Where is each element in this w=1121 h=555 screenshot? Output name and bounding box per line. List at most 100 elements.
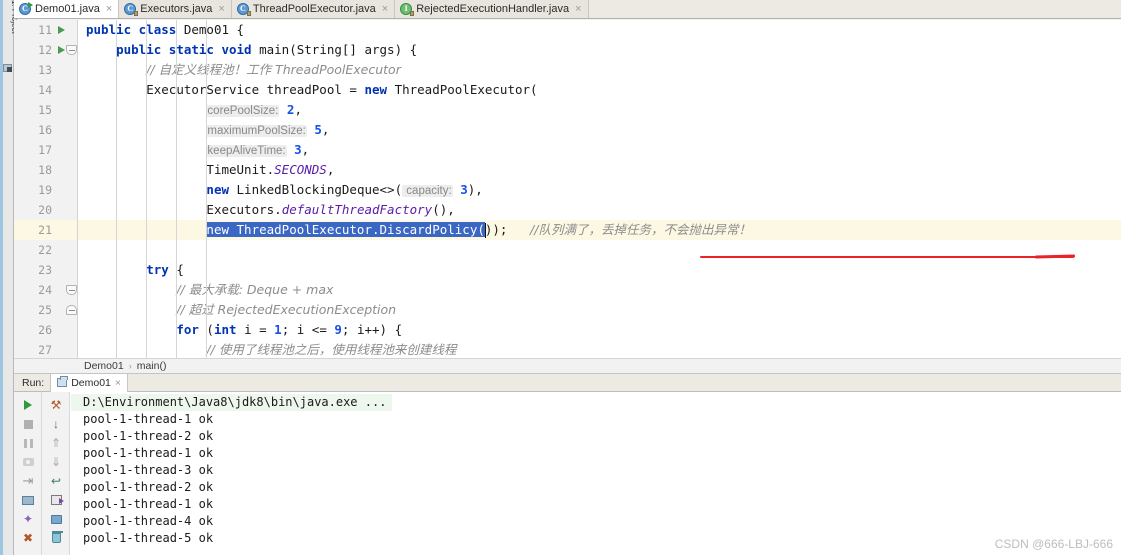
- gutter-row[interactable]: 21: [14, 220, 77, 240]
- readonly-lock-icon: [410, 11, 415, 16]
- code-line-text: public class Demo01 {: [78, 22, 244, 37]
- code-token: ,: [326, 162, 335, 177]
- code-line[interactable]: public class Demo01 {: [78, 20, 1121, 40]
- gutter-row[interactable]: 23: [14, 260, 77, 280]
- pause-button[interactable]: [18, 434, 38, 452]
- code-token: i =: [244, 322, 275, 337]
- run-gutter-icon[interactable]: [58, 26, 65, 34]
- run-label: Run:: [22, 376, 45, 389]
- code-lines[interactable]: public class Demo01 { public static void…: [78, 20, 1121, 358]
- code-line[interactable]: ExecutorService threadPool = new ThreadP…: [78, 80, 1121, 100]
- scroll-up-icon[interactable]: ⇑: [46, 434, 66, 452]
- code-token: Executors.: [206, 202, 282, 217]
- code-token: for: [176, 322, 207, 337]
- line-number: 23: [38, 263, 52, 277]
- gutter-row[interactable]: 22: [14, 240, 77, 260]
- scroll-down-glyph: ⇓: [50, 455, 62, 469]
- stop-button[interactable]: [18, 415, 38, 433]
- breadcrumb-item[interactable]: Demo01: [84, 360, 124, 372]
- gutter-row[interactable]: 19: [14, 180, 77, 200]
- code-line[interactable]: try {: [78, 260, 1121, 280]
- editor-tab[interactable]: I RejectedExecutionHandler.java ×: [395, 0, 589, 18]
- save-output-glyph: [50, 495, 64, 505]
- code-fold-marker[interactable]: [66, 285, 77, 295]
- code-token: 5: [314, 122, 322, 137]
- gutter-row[interactable]: 15: [14, 100, 77, 120]
- gutter-row[interactable]: 14: [14, 80, 77, 100]
- rerun-failed-icon[interactable]: ⚒: [46, 396, 66, 414]
- gutter-row[interactable]: 20: [14, 200, 77, 220]
- code-fold-marker[interactable]: [66, 45, 77, 55]
- pin-tab-button[interactable]: ✦: [18, 510, 38, 528]
- run-configuration-tab[interactable]: Demo01 ×: [50, 373, 129, 392]
- code-editor[interactable]: 11 12 13 14 15 16 17 18 19 20 21 22 23 24 25 26 27 publi…: [14, 20, 1121, 358]
- close-button[interactable]: ✖: [18, 529, 38, 547]
- soft-wrap-icon[interactable]: ↩: [46, 472, 66, 490]
- code-token: ExecutorService threadPool =: [146, 82, 365, 97]
- code-line[interactable]: maximumPoolSize: 5,: [78, 120, 1121, 140]
- show-monitor-button[interactable]: [18, 491, 38, 509]
- java-class-readonly-icon: C: [236, 3, 251, 16]
- scroll-down-icon[interactable]: ⇓: [46, 453, 66, 471]
- runnable-marker-icon: [28, 2, 33, 8]
- step-into-button[interactable]: ⇥: [18, 472, 38, 490]
- gutter-row[interactable]: 26: [14, 320, 77, 340]
- line-number: 22: [38, 243, 52, 257]
- gutter-row[interactable]: 16: [14, 120, 77, 140]
- clear-all-icon[interactable]: [46, 529, 66, 547]
- run-config-icon: [57, 376, 69, 387]
- code-line-text: new ThreadPoolExecutor.DiscardPolicy());…: [78, 222, 751, 237]
- code-token: // 使用了线程池之后，使用线程池来创建线程: [206, 342, 457, 357]
- editor-tab[interactable]: C Executors.java ×: [119, 0, 232, 18]
- code-line-text: new LinkedBlockingDeque<>( capacity: 3),: [78, 182, 483, 197]
- console-command-line: D:\Environment\Java8\jdk8\bin\java.exe .…: [71, 394, 393, 411]
- breadcrumb-item[interactable]: main(): [137, 360, 167, 372]
- code-line[interactable]: // 自定义线程池！工作 ThreadPoolExecutor: [78, 60, 1121, 80]
- breadcrumb[interactable]: Demo01 › main(): [14, 358, 1121, 374]
- code-line[interactable]: // 超过 RejectedExecutionException: [78, 300, 1121, 320]
- soft-wrap-glyph: ↩: [50, 474, 62, 488]
- console-output-line: pool-1-thread-1 ok: [83, 497, 214, 511]
- console-output[interactable]: D:\Environment\Java8\jdk8\bin\java.exe .…: [71, 392, 1121, 555]
- code-fold-marker[interactable]: [66, 305, 77, 315]
- print-icon[interactable]: [46, 510, 66, 528]
- save-output-icon[interactable]: [46, 491, 66, 509]
- gutter-row[interactable]: 13: [14, 60, 77, 80]
- code-line[interactable]: // 使用了线程池之后，使用线程池来创建线程: [78, 340, 1121, 358]
- code-line[interactable]: new LinkedBlockingDeque<>( capacity: 3),: [78, 180, 1121, 200]
- close-icon[interactable]: ×: [382, 3, 388, 15]
- code-line[interactable]: corePoolSize: 2,: [78, 100, 1121, 120]
- run-gutter-icon[interactable]: [58, 46, 65, 54]
- code-line[interactable]: TimeUnit.SECONDS,: [78, 160, 1121, 180]
- gutter-row[interactable]: 17: [14, 140, 77, 160]
- code-token: new: [206, 182, 237, 197]
- code-line[interactable]: // 最大承载: Deque + max: [78, 280, 1121, 300]
- code-line[interactable]: public static void main(String[] args) {: [78, 40, 1121, 60]
- code-token: ,: [294, 102, 302, 117]
- gutter-row[interactable]: 18: [14, 160, 77, 180]
- sort-output-icon[interactable]: ↓: [46, 415, 66, 433]
- close-icon[interactable]: ×: [115, 377, 121, 389]
- code-line[interactable]: new ThreadPoolExecutor.DiscardPolicy());…: [78, 220, 1121, 240]
- editor-tab[interactable]: C ThreadPoolExecutor.java ×: [231, 0, 396, 18]
- code-line[interactable]: keepAliveTime: 3,: [78, 140, 1121, 160]
- text-caret: [484, 223, 486, 238]
- line-number: 17: [38, 143, 52, 157]
- gutter-row[interactable]: 27: [14, 340, 77, 358]
- code-line-text: try {: [78, 262, 184, 277]
- sort-output-glyph: ↓: [53, 417, 59, 431]
- gutter-row[interactable]: 11: [14, 20, 77, 40]
- run-tool-window-body: ⇥ ✦ ✖ ⚒ ↓ ⇑ ⇓ ↩ D:\Environment\Java8\jdk8\bin\…: [14, 392, 1121, 555]
- close-icon[interactable]: ×: [106, 3, 112, 15]
- screenshot-button[interactable]: [18, 453, 38, 471]
- close-icon[interactable]: ×: [218, 3, 224, 15]
- editor-tab[interactable]: C Demo01.java ×: [14, 0, 120, 18]
- stop-glyph: [23, 419, 33, 429]
- rerun-button[interactable]: [18, 396, 38, 414]
- code-line[interactable]: Executors.defaultThreadFactory(),: [78, 200, 1121, 220]
- close-icon[interactable]: ×: [575, 3, 581, 15]
- code-content-area[interactable]: public class Demo01 { public static void…: [78, 20, 1121, 358]
- code-line[interactable]: for (int i = 1; i <= 9; i++) {: [78, 320, 1121, 340]
